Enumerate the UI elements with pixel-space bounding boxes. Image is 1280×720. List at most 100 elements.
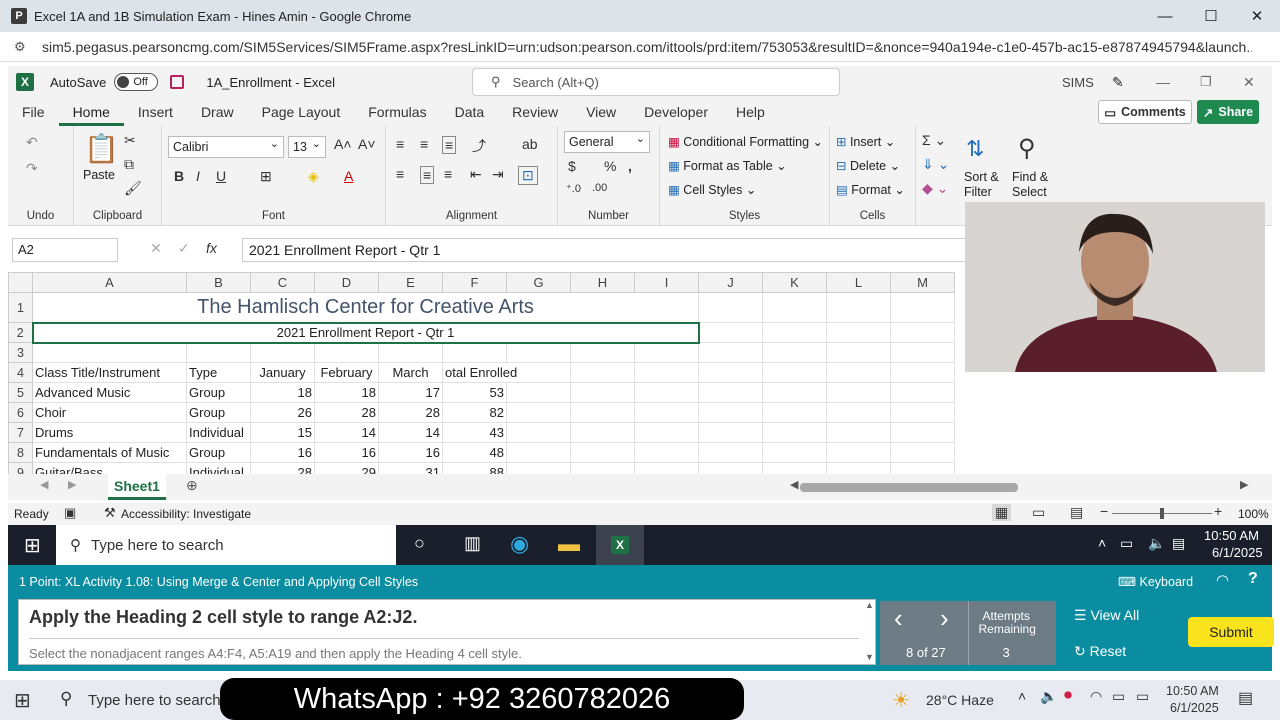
format-cells-button[interactable]: ▤ Format ⌄ [836, 182, 905, 197]
col-header-m[interactable]: M [890, 272, 955, 293]
menu-view[interactable]: View [572, 98, 630, 126]
increase-decimal-icon[interactable]: ⁺.0 [566, 182, 581, 195]
cell[interactable] [762, 342, 827, 363]
zoom-in-icon[interactable]: + [1214, 503, 1222, 519]
clear-icon[interactable]: ◆ ⌄ [922, 180, 948, 197]
menu-insert[interactable]: Insert [124, 98, 187, 126]
accessibility-status[interactable]: Accessibility: Investigate [121, 507, 251, 521]
top-align-icon[interactable]: ≡ [396, 136, 404, 152]
network-icon[interactable]: ▭ [1112, 688, 1125, 705]
cell[interactable] [826, 362, 891, 383]
normal-view-icon[interactable]: ▦ [992, 504, 1012, 521]
cell[interactable] [698, 462, 763, 474]
host-clock-date[interactable]: 6/1/2025 [1170, 701, 1219, 715]
cell[interactable] [506, 422, 571, 443]
copy-icon[interactable]: ⧉ [124, 156, 134, 173]
cell[interactable] [890, 322, 955, 343]
borders-icon[interactable]: ⊞ [260, 168, 272, 185]
help-icon[interactable]: ? [1248, 570, 1258, 588]
cell[interactable]: 82 [442, 402, 507, 423]
undo-icon[interactable]: ↶ [26, 134, 38, 151]
cell[interactable] [762, 322, 827, 343]
hscroll-left-icon[interactable]: ◀ [790, 478, 798, 491]
cell[interactable] [890, 402, 955, 423]
bold-icon[interactable]: B [174, 168, 184, 184]
header-cell[interactable]: Class Title/Instrument [32, 362, 187, 383]
maximize-icon[interactable]: ☐ [1188, 0, 1234, 32]
cell[interactable]: 26 [250, 402, 315, 423]
windows-start-icon[interactable]: ⊞ [14, 688, 31, 713]
add-sheet-icon[interactable]: ⊕ [186, 477, 198, 494]
cell[interactable]: 28 [250, 462, 315, 474]
menu-help[interactable]: Help [722, 98, 779, 126]
notification-icon[interactable]: ▤ [1172, 535, 1185, 552]
cell[interactable] [826, 462, 891, 474]
cell[interactable]: 53 [442, 382, 507, 403]
cell[interactable]: 15 [250, 422, 315, 443]
keyboard-button[interactable]: ⌨ Keyboard [1118, 574, 1193, 589]
font-name-select[interactable]: Calibri [168, 134, 284, 158]
windows-start-icon[interactable]: ⊞ [24, 533, 41, 558]
menu-page-layout[interactable]: Page Layout [248, 98, 355, 126]
accessibility-icon[interactable]: ⚒ [104, 505, 116, 521]
cell[interactable] [698, 442, 763, 463]
cell[interactable]: 16 [378, 442, 443, 463]
cell[interactable] [890, 422, 955, 443]
zoom-level[interactable]: 100% [1238, 507, 1269, 521]
menu-draw[interactable]: Draw [187, 98, 248, 126]
underline-icon[interactable]: U [216, 168, 226, 184]
cell[interactable] [826, 442, 891, 463]
menu-formulas[interactable]: Formulas [354, 98, 440, 126]
scroll-tabs-right-icon[interactable]: ▶ [68, 478, 76, 491]
minimize-icon[interactable]: — [1142, 0, 1188, 32]
header-cell[interactable]: January [250, 362, 315, 383]
cell[interactable] [826, 342, 891, 363]
middle-align-icon[interactable]: ≡ [420, 136, 428, 152]
cell[interactable] [250, 342, 315, 363]
decrease-font-icon[interactable]: A˅ [358, 136, 376, 152]
cell[interactable]: Drums [32, 422, 187, 443]
cell[interactable] [570, 362, 635, 383]
insert-cells-button[interactable]: ⊞ Insert ⌄ [836, 134, 895, 149]
cell[interactable]: Advanced Music [32, 382, 187, 403]
horizontal-scrollbar[interactable] [800, 483, 1018, 492]
cell[interactable]: Guitar/Bass [32, 462, 187, 474]
menu-home[interactable]: Home [58, 98, 124, 126]
sort-filter-label-1[interactable]: Sort & [964, 170, 999, 184]
battery-icon[interactable]: ▭ [1136, 688, 1149, 705]
zoom-out-icon[interactable]: − [1100, 503, 1108, 519]
fill-icon[interactable]: ⇓ ⌄ [922, 156, 949, 173]
cell[interactable]: 43 [442, 422, 507, 443]
record-icon[interactable]: ⏺ [1064, 687, 1072, 705]
row-header[interactable]: 1 [8, 292, 33, 323]
notification-icon[interactable]: ▤ [1238, 688, 1253, 708]
cell[interactable] [762, 442, 827, 463]
cell[interactable] [634, 362, 699, 383]
col-header-e[interactable]: E [378, 272, 443, 293]
vm-clock-time[interactable]: 10:50 AM [1204, 528, 1259, 543]
cell[interactable] [890, 442, 955, 463]
cell[interactable] [698, 402, 763, 423]
insert-function-icon[interactable]: fx [206, 240, 217, 256]
reset-button[interactable]: ↻ Reset [1074, 643, 1126, 660]
share-button[interactable]: ↗ Share [1197, 100, 1259, 124]
cell[interactable] [698, 322, 763, 343]
sheet-tab-sheet1[interactable]: Sheet1 [108, 474, 166, 500]
cell[interactable] [826, 322, 891, 343]
cell[interactable] [442, 342, 507, 363]
percent-icon[interactable]: % [604, 158, 616, 174]
confirm-entry-icon[interactable]: ✓ [178, 240, 190, 257]
search-icon[interactable]: ⚲ [60, 689, 72, 709]
cell[interactable] [762, 402, 827, 423]
cell[interactable] [506, 402, 571, 423]
menu-developer[interactable]: Developer [630, 98, 722, 126]
scroll-up-icon[interactable]: ▲ [865, 600, 874, 610]
view-all-button[interactable]: ☰ View All [1074, 607, 1139, 624]
cortana-icon[interactable]: ○ [414, 533, 425, 554]
weather-icon[interactable]: ☀ [892, 688, 910, 713]
cut-icon[interactable]: ✂ [124, 132, 136, 149]
cell[interactable]: Individual [186, 462, 251, 474]
cell[interactable] [314, 342, 379, 363]
delete-cells-button[interactable]: ⊟ Delete ⌄ [836, 158, 900, 173]
cell[interactable] [634, 402, 699, 423]
